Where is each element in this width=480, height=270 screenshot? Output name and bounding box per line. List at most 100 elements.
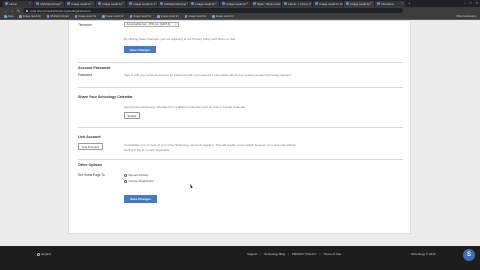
tab-favicon-icon xyxy=(36,2,39,5)
browser-tab[interactable]: Directions ✕ xyxy=(375,0,405,7)
footer-link-blog[interactable]: Schoology Blog xyxy=(264,252,285,256)
other-options-title: Other Options xyxy=(78,163,103,167)
footer-link-privacy[interactable]: PRIVACY POLICY xyxy=(292,252,317,256)
bookmark-favicon-icon xyxy=(102,15,105,18)
browser-tab[interactable]: Home ✕ xyxy=(3,0,33,7)
close-tab-icon[interactable]: ✕ xyxy=(60,2,62,5)
footer-separator: | xyxy=(288,252,289,256)
schoology-logo-icon[interactable]: S xyxy=(463,249,475,261)
minimize-icon[interactable]: – xyxy=(464,1,466,5)
apps-icon xyxy=(4,15,7,18)
account-password-title: Account Password xyxy=(78,66,111,70)
bookmark-favicon-icon xyxy=(19,15,22,18)
tab-favicon-icon xyxy=(129,2,132,5)
footer-link-terms[interactable]: Terms of Use xyxy=(323,252,341,256)
save-changes-button[interactable]: Save Changes xyxy=(124,46,156,53)
bookmark-item[interactable]: Image result for xyxy=(102,15,124,18)
back-icon[interactable]: ← xyxy=(4,9,8,13)
maximize-icon[interactable]: □ xyxy=(470,1,472,5)
radio-selected-icon xyxy=(124,173,127,177)
browser-tab[interactable]: Image result for he✕ xyxy=(313,0,343,7)
tab-favicon-icon xyxy=(67,2,70,5)
bookmark-item[interactable]: Image result for xyxy=(212,15,234,18)
tab-favicon-icon xyxy=(253,2,256,5)
terms-notice: By clicking Save Changes, you are agreei… xyxy=(124,37,236,41)
browser-tab[interactable]: Image result for h ✕ xyxy=(127,0,157,7)
footer-link-support[interactable]: Support xyxy=(247,252,258,256)
chevron-down-icon: ▾ xyxy=(175,22,177,26)
browser-tab-active[interactable]: Image result for ✕ xyxy=(344,0,374,7)
forward-icon[interactable]: → xyxy=(11,9,15,13)
bookmark-item[interactable]: Image result for xyxy=(129,15,151,18)
close-tab-icon[interactable]: ✕ xyxy=(401,2,403,5)
copyright-text: Schoology © 2020 xyxy=(411,252,436,256)
close-tab-icon[interactable]: ✕ xyxy=(186,2,188,5)
address-bar-row: ← → ↻ ccsd.cherrycreekschools.org/settin… xyxy=(0,7,480,14)
bookmark-item[interactable]: Image result for xyxy=(74,15,96,18)
browser-tab[interactable]: Image result for ✕ xyxy=(189,0,219,7)
close-window-icon[interactable]: ✕ xyxy=(475,1,478,5)
footer-row: English Support | Schoology Blog | PRIVA… xyxy=(0,251,480,257)
close-tab-icon[interactable]: ✕ xyxy=(370,2,372,5)
close-tab-icon[interactable]: ✕ xyxy=(122,2,124,5)
section-divider xyxy=(78,62,403,63)
bookmark-favicon-icon xyxy=(157,15,160,18)
browser-tab[interactable]: Desktop Discover ✕ xyxy=(158,0,188,7)
page-background: Timezone America/Denver - 8:51 pm (GMT-6… xyxy=(0,20,480,246)
link-accounts-button[interactable]: Link Accounts xyxy=(78,143,103,150)
close-tab-icon[interactable]: ✕ xyxy=(215,2,217,5)
lock-icon xyxy=(25,9,28,12)
enable-calendar-button[interactable]: Enable xyxy=(124,112,140,119)
timezone-label: Timezone xyxy=(78,22,92,27)
tab-favicon-icon xyxy=(377,2,380,5)
close-tab-icon[interactable]: ✕ xyxy=(29,2,31,5)
tab-favicon-icon xyxy=(98,2,101,5)
save-changes-bottom-button[interactable]: Save Changes xyxy=(124,195,157,203)
calendar-section-title: Share Your Schoology Calendar xyxy=(78,95,133,99)
bookmark-item[interactable]: Image result for xyxy=(19,15,41,18)
tab-favicon-icon xyxy=(222,2,225,5)
section-divider xyxy=(78,159,403,160)
language-selector[interactable]: English xyxy=(37,252,51,256)
footer-separator: | xyxy=(319,252,321,256)
tab-favicon-icon xyxy=(284,2,287,5)
bookmark-item[interactable]: Image result for xyxy=(184,15,206,18)
bookmark-favicon-icon xyxy=(46,15,50,18)
new-tab-icon[interactable]: + xyxy=(408,1,410,6)
browser-tab[interactable]: Image result for ✕ xyxy=(65,0,95,7)
timezone-select[interactable]: America/Denver - 8:51 pm (GMT-6) ▾ xyxy=(124,21,179,27)
globe-icon xyxy=(37,252,40,256)
bookmark-favicon-icon xyxy=(184,15,188,18)
browser-tab[interactable]: Bjorn - Book mess✕ xyxy=(251,0,281,7)
browser-tab[interactable]: Home - I Cherry C✕ xyxy=(282,0,312,7)
close-tab-icon[interactable]: ✕ xyxy=(246,2,248,5)
browser-tab[interactable]: Image result for ✕ xyxy=(96,0,126,7)
calendar-note: Synchronize Schoology calendar from a di… xyxy=(124,105,246,109)
radio-recent-activity[interactable]: Recent Activity xyxy=(124,173,148,177)
bookmark-item[interactable]: MyCherryCreek xyxy=(46,15,69,18)
footer-links: Support | Schoology Blog | PRIVACY POLIC… xyxy=(247,252,341,256)
link-account-note: Consolidate one of more of your other Sc… xyxy=(124,143,297,152)
close-tab-icon[interactable]: ✕ xyxy=(280,2,281,5)
browser-tab[interactable]: MyCherryCreek ✕ xyxy=(34,0,64,7)
bookmark-apps[interactable]: Apps xyxy=(4,15,13,18)
close-tab-icon[interactable]: ✕ xyxy=(311,2,312,5)
site-footer: English Support | Schoology Blog | PRIVA… xyxy=(0,246,480,270)
url-text: ccsd.cherrycreekschools.org/settings/acc… xyxy=(29,8,91,13)
url-input[interactable]: ccsd.cherrycreekschools.org/settings/acc… xyxy=(22,8,403,13)
other-bookmarks[interactable]: Other bookmarks xyxy=(456,15,476,18)
footer-separator: | xyxy=(260,252,262,256)
radio-course-dashboard[interactable]: Course Dashboard xyxy=(124,179,154,183)
tab-favicon-icon xyxy=(5,2,8,5)
section-divider xyxy=(78,87,403,88)
close-tab-icon[interactable]: ✕ xyxy=(91,2,93,5)
timezone-row: Timezone America/Denver - 8:51 pm (GMT-6… xyxy=(69,21,412,33)
account-settings-panel: Timezone America/Denver - 8:51 pm (GMT-6… xyxy=(68,20,411,234)
browser-tab[interactable]: Image result for ✕ xyxy=(220,0,250,7)
tab-favicon-icon xyxy=(160,2,163,5)
reload-icon[interactable]: ↻ xyxy=(17,9,20,13)
section-divider xyxy=(78,127,403,128)
close-tab-icon[interactable]: ✕ xyxy=(155,2,157,5)
bookmark-item[interactable]: Image result for xyxy=(157,15,179,18)
tab-favicon-icon xyxy=(191,2,194,5)
